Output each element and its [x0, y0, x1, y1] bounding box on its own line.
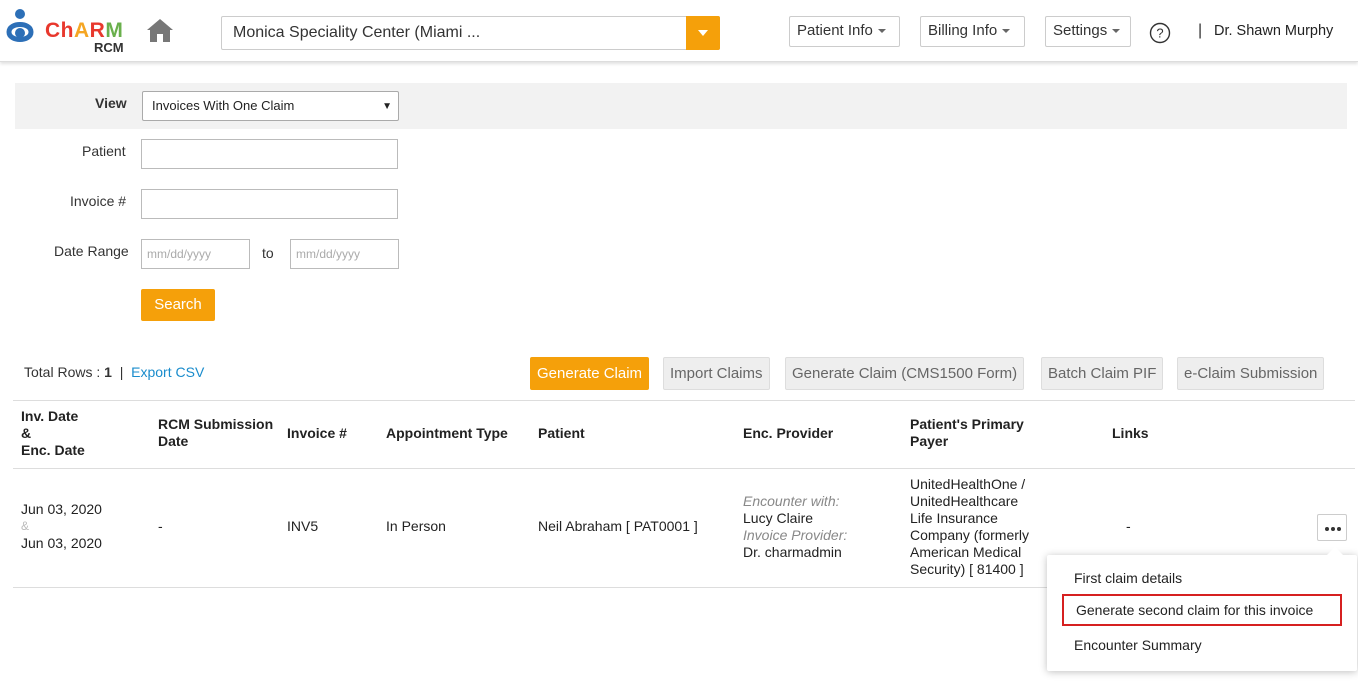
import-claims-button[interactable]: Import Claims: [663, 357, 770, 390]
invoice-provider-value: Dr. charmadmin: [743, 544, 842, 560]
view-label: View: [95, 95, 127, 111]
search-button[interactable]: Search: [141, 289, 215, 321]
patient-info-label: Patient Info: [797, 22, 873, 39]
cell-patient[interactable]: Neil Abraham [ PAT0001 ]: [538, 518, 698, 535]
patient-input[interactable]: [141, 139, 398, 169]
payer-line: UnitedHealthOne /: [910, 476, 1026, 492]
chevron-down-icon: [1002, 29, 1011, 34]
col-header-payer-line1: Patient's Primary: [910, 416, 1024, 432]
encounter-with-label: Encounter with:: [743, 493, 840, 509]
logo-mark-icon: [6, 9, 34, 42]
generate-claim-cms1500-button[interactable]: Generate Claim (CMS1500 Form): [785, 357, 1025, 390]
payer-line: Security) [ 81400 ]: [910, 561, 1024, 577]
col-header-rcm-line1: RCM Submission: [158, 416, 274, 432]
invoice-provider-label: Invoice Provider:: [743, 527, 848, 543]
col-header-inv-date-line1: Inv. Date: [21, 408, 79, 424]
inv-date: Jun 03, 2020: [21, 501, 102, 517]
cell-invoice[interactable]: INV5: [287, 518, 318, 535]
payer-line: UnitedHealthcare: [910, 493, 1019, 509]
logo-sub-text: RCM: [94, 40, 124, 55]
col-header-rcm-submission-date: RCM Submission Date: [158, 416, 273, 450]
cell-primary-payer: UnitedHealthOne / UnitedHealthcare Life …: [910, 476, 1029, 578]
row-actions-menu: First claim details Generate second clai…: [1047, 547, 1357, 671]
patient-info-menu[interactable]: Patient Info: [789, 16, 900, 47]
export-csv-link[interactable]: Export CSV: [131, 364, 204, 380]
batch-claim-pif-button[interactable]: Batch Claim PIF: [1041, 357, 1164, 390]
table-top-divider: [13, 400, 1355, 401]
table-row-divider: [13, 587, 1053, 588]
col-header-primary-payer: Patient's Primary Payer: [910, 416, 1024, 450]
col-header-payer-line2: Payer: [910, 433, 949, 449]
user-name-menu[interactable]: Dr. Shawn Murphy: [1214, 23, 1333, 39]
menu-item-encounter-summary[interactable]: Encounter Summary: [1074, 637, 1202, 653]
select-arrow-icon: ▼: [382, 101, 392, 112]
total-rows: Total Rows : 1 | Export CSV: [24, 364, 204, 380]
patient-label: Patient: [82, 143, 126, 159]
facility-dropdown-button[interactable]: [686, 16, 720, 50]
billing-info-menu[interactable]: Billing Info: [920, 16, 1025, 47]
toolbar-separator: |: [119, 364, 124, 380]
date-range-label: Date Range: [54, 243, 129, 259]
view-select-value: Invoices With One Claim: [152, 98, 295, 113]
table-header-divider: [13, 468, 1355, 469]
menu-item-generate-second-claim[interactable]: Generate second claim for this invoice: [1062, 594, 1342, 626]
settings-label: Settings: [1053, 22, 1108, 39]
home-icon[interactable]: [146, 17, 174, 43]
cell-rcm-date: -: [158, 518, 163, 534]
charm-rcm-logo[interactable]: ChARM RCM: [6, 6, 131, 56]
date-to-label: to: [262, 245, 274, 261]
view-select[interactable]: Invoices With One Claim ▼: [142, 91, 399, 121]
col-header-rcm-line2: Date: [158, 433, 189, 449]
more-dot-icon: [1337, 527, 1341, 531]
enc-date: Jun 03, 2020: [21, 535, 102, 551]
settings-menu[interactable]: Settings: [1045, 16, 1131, 47]
chevron-down-icon: [877, 29, 886, 34]
date-from-input[interactable]: mm/dd/yyyy: [141, 239, 250, 269]
date-to-input[interactable]: mm/dd/yyyy: [290, 239, 399, 269]
col-header-enc-provider: Enc. Provider: [743, 425, 834, 441]
encounter-with-value: Lucy Claire: [743, 510, 814, 526]
cell-appointment-type: In Person: [386, 518, 446, 534]
eclaim-submission-button[interactable]: e-Claim Submission: [1177, 357, 1325, 390]
menu-item-first-claim-details[interactable]: First claim details: [1074, 570, 1182, 586]
payer-line: Company (formerly: [910, 527, 1030, 543]
payer-line: American Medical: [910, 544, 1022, 560]
help-icon[interactable]: ?: [1149, 22, 1171, 44]
invoice-input[interactable]: [141, 189, 398, 219]
payer-line: Life Insurance: [910, 510, 998, 526]
top-header: ChARM RCM Monica Speciality Center (Miam…: [0, 0, 1358, 62]
generate-claim-button[interactable]: Generate Claim: [530, 357, 650, 390]
col-header-inv-date-line2: &: [21, 425, 32, 441]
facility-name: Monica Speciality Center (Miami ...: [233, 24, 481, 41]
col-header-inv-date: Inv. Date & Enc. Date: [21, 408, 85, 459]
col-header-links: Links: [1112, 425, 1149, 441]
col-header-invoice: Invoice #: [287, 425, 347, 441]
facility-select[interactable]: Monica Speciality Center (Miami ...: [221, 16, 720, 50]
total-rows-value: 1: [104, 364, 112, 380]
chevron-down-icon: [1112, 29, 1121, 34]
cell-links: -: [1126, 518, 1131, 534]
date-ampersand: &: [21, 519, 30, 533]
user-separator: |: [1198, 22, 1203, 39]
col-header-patient: Patient: [538, 425, 585, 441]
row-actions-button[interactable]: [1317, 514, 1347, 541]
col-header-inv-date-line3: Enc. Date: [21, 442, 85, 458]
total-rows-label: Total Rows :: [24, 364, 101, 380]
cell-enc-provider: Encounter with: Lucy Claire Invoice Prov…: [743, 493, 847, 561]
more-dot-icon: [1331, 527, 1335, 531]
svg-text:?: ?: [1156, 26, 1163, 41]
cell-inv-enc-date: Jun 03, 2020 & Jun 03, 2020: [21, 501, 102, 552]
more-dot-icon: [1325, 527, 1329, 531]
invoice-label: Invoice #: [70, 193, 127, 209]
billing-info-label: Billing Info: [928, 22, 998, 39]
col-header-appointment-type: Appointment Type: [386, 425, 508, 441]
